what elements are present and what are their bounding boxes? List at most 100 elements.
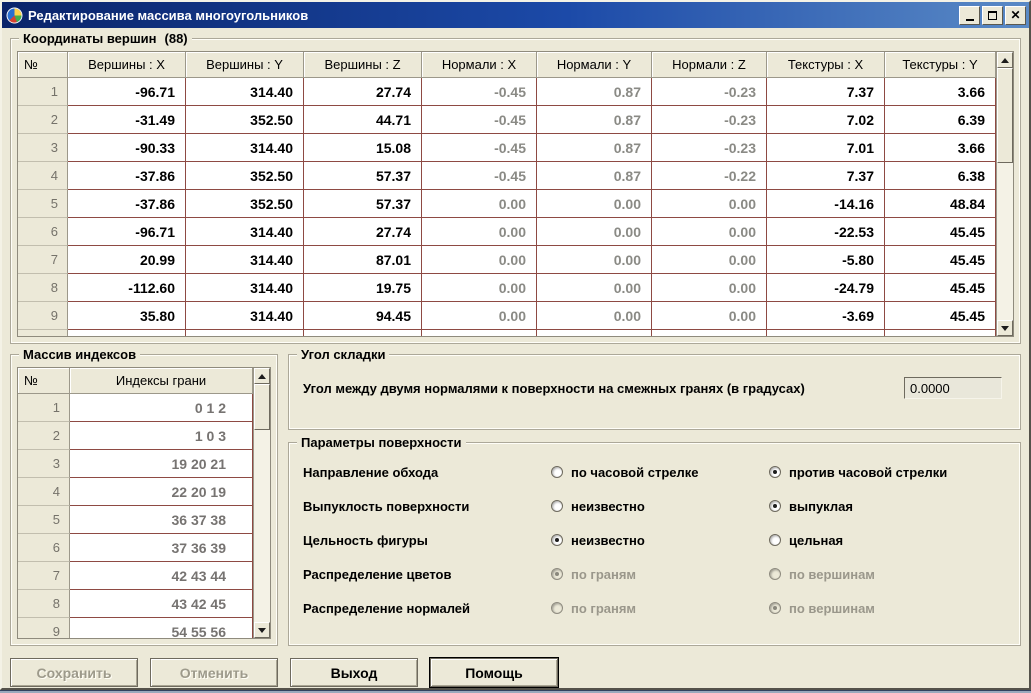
cell[interactable]: 314.40 — [186, 78, 304, 106]
close-button[interactable]: ✕ — [1005, 6, 1026, 25]
exit-button[interactable]: Выход — [290, 658, 418, 687]
cell[interactable]: 19.75 — [304, 330, 422, 336]
cell[interactable]: 37 36 39 — [70, 534, 253, 562]
help-button[interactable]: Помощь — [430, 658, 558, 687]
cell[interactable]: 57.37 — [304, 162, 422, 190]
cell[interactable]: 15.08 — [304, 134, 422, 162]
cell[interactable]: 361.40 — [186, 330, 304, 336]
radio-option[interactable]: неизвестно — [551, 499, 769, 514]
cell[interactable]: 0.00 — [652, 274, 767, 302]
cell[interactable]: 0.00 — [652, 330, 767, 336]
cell[interactable]: -0.45 — [422, 162, 537, 190]
cell[interactable]: 314.40 — [186, 134, 304, 162]
scrollbar-track[interactable] — [997, 68, 1013, 320]
cell[interactable]: 7.01 — [767, 134, 885, 162]
cell[interactable]: -0.45 — [422, 134, 537, 162]
cell[interactable]: 1 0 3 — [70, 422, 253, 450]
cell[interactable]: 43 42 45 — [70, 590, 253, 618]
radio-option[interactable]: выпуклая — [769, 499, 1014, 514]
cell[interactable]: 0.00 — [422, 274, 537, 302]
cell[interactable]: 7.02 — [767, 106, 885, 134]
cell[interactable]: -24.79 — [767, 274, 885, 302]
cell[interactable]: 0.00 — [422, 218, 537, 246]
cell[interactable]: 314.40 — [186, 218, 304, 246]
cell[interactable]: 7.37 — [767, 78, 885, 106]
cell[interactable]: -112.60 — [68, 330, 186, 336]
radio-option[interactable]: по часовой стрелке — [551, 465, 769, 480]
cell[interactable]: 45.45 — [885, 218, 996, 246]
cell[interactable]: -0.23 — [652, 106, 767, 134]
cell[interactable]: -96.71 — [68, 218, 186, 246]
cell[interactable]: 314.40 — [186, 246, 304, 274]
cell[interactable]: 44.71 — [304, 106, 422, 134]
column-header[interactable]: Индексы грани — [70, 368, 253, 394]
scroll-down-button[interactable] — [254, 622, 270, 638]
cell[interactable]: 0.87 — [537, 134, 652, 162]
cell[interactable]: -0.23 — [652, 78, 767, 106]
cell[interactable]: 352.50 — [186, 190, 304, 218]
scrollbar-track[interactable] — [254, 384, 270, 622]
cell[interactable]: 20.99 — [68, 246, 186, 274]
cell[interactable]: 0.00 — [537, 330, 652, 336]
cell[interactable]: -112.60 — [68, 274, 186, 302]
scrollbar-thumb[interactable] — [997, 68, 1013, 163]
cell[interactable]: 57.37 — [304, 190, 422, 218]
column-header[interactable]: Текстуры : X — [767, 52, 885, 78]
cell[interactable]: -3.69 — [767, 302, 885, 330]
cell[interactable]: 0.00 — [537, 246, 652, 274]
cell[interactable]: 352.50 — [186, 106, 304, 134]
column-header[interactable]: Нормали : X — [422, 52, 537, 78]
cell[interactable]: -14.16 — [767, 190, 885, 218]
cell[interactable]: -37.86 — [68, 162, 186, 190]
cell[interactable]: 0.87 — [537, 106, 652, 134]
cell[interactable]: 0.87 — [537, 162, 652, 190]
cell[interactable]: 19 20 21 — [70, 450, 253, 478]
cell[interactable]: 19.75 — [304, 274, 422, 302]
column-header[interactable]: Текстуры : Y — [885, 52, 996, 78]
radio-option[interactable]: неизвестно — [551, 533, 769, 548]
cell[interactable]: 0.00 — [652, 302, 767, 330]
cell[interactable]: 0.00 — [652, 218, 767, 246]
vertex-table-scrollbar[interactable] — [996, 52, 1013, 336]
scrollbar-thumb[interactable] — [254, 384, 270, 430]
cell[interactable]: 352.50 — [186, 162, 304, 190]
fold-angle-value-field[interactable] — [904, 377, 1002, 399]
cell[interactable]: 48.84 — [885, 190, 996, 218]
cell[interactable]: 45.45 — [885, 274, 996, 302]
cell[interactable]: 42 43 44 — [70, 562, 253, 590]
radio-option[interactable]: цельная — [769, 533, 1014, 548]
cell[interactable]: 314.40 — [186, 302, 304, 330]
cell[interactable]: -22.53 — [767, 218, 885, 246]
cell[interactable]: 94.45 — [304, 302, 422, 330]
cell[interactable]: 45.45 — [885, 246, 996, 274]
cell[interactable]: 7.37 — [767, 162, 885, 190]
cell[interactable]: 35.80 — [68, 302, 186, 330]
cell[interactable]: -31.49 — [68, 106, 186, 134]
cell[interactable]: 6.38 — [885, 162, 996, 190]
cell[interactable]: -0.23 — [652, 134, 767, 162]
cell[interactable]: 0.00 — [652, 246, 767, 274]
column-header[interactable]: Вершины : Y — [186, 52, 304, 78]
cell[interactable]: -37.86 — [68, 190, 186, 218]
cell[interactable]: -0.22 — [652, 162, 767, 190]
scroll-down-button[interactable] — [997, 320, 1013, 336]
cell[interactable]: 0.00 — [537, 274, 652, 302]
column-header[interactable]: № — [18, 368, 70, 394]
cell[interactable]: 0.00 — [652, 190, 767, 218]
column-header[interactable]: № — [18, 52, 68, 78]
cell[interactable]: 0.00 — [422, 330, 537, 336]
column-header[interactable]: Вершины : X — [68, 52, 186, 78]
cell[interactable]: 0.00 — [537, 218, 652, 246]
column-header[interactable]: Вершины : Z — [304, 52, 422, 78]
index-table-scrollbar[interactable] — [253, 368, 270, 638]
cell[interactable]: 0.00 — [422, 246, 537, 274]
radio-option[interactable]: против часовой стрелки — [769, 465, 1014, 480]
cell[interactable]: 27.74 — [304, 78, 422, 106]
cell[interactable]: 40.74 — [885, 330, 996, 336]
cell[interactable]: 0.00 — [537, 190, 652, 218]
cell[interactable]: 22 20 19 — [70, 478, 253, 506]
cell[interactable]: 0 1 2 — [70, 394, 253, 422]
cell[interactable]: 45.45 — [885, 302, 996, 330]
column-header[interactable]: Нормали : Y — [537, 52, 652, 78]
cell[interactable]: 3.66 — [885, 134, 996, 162]
